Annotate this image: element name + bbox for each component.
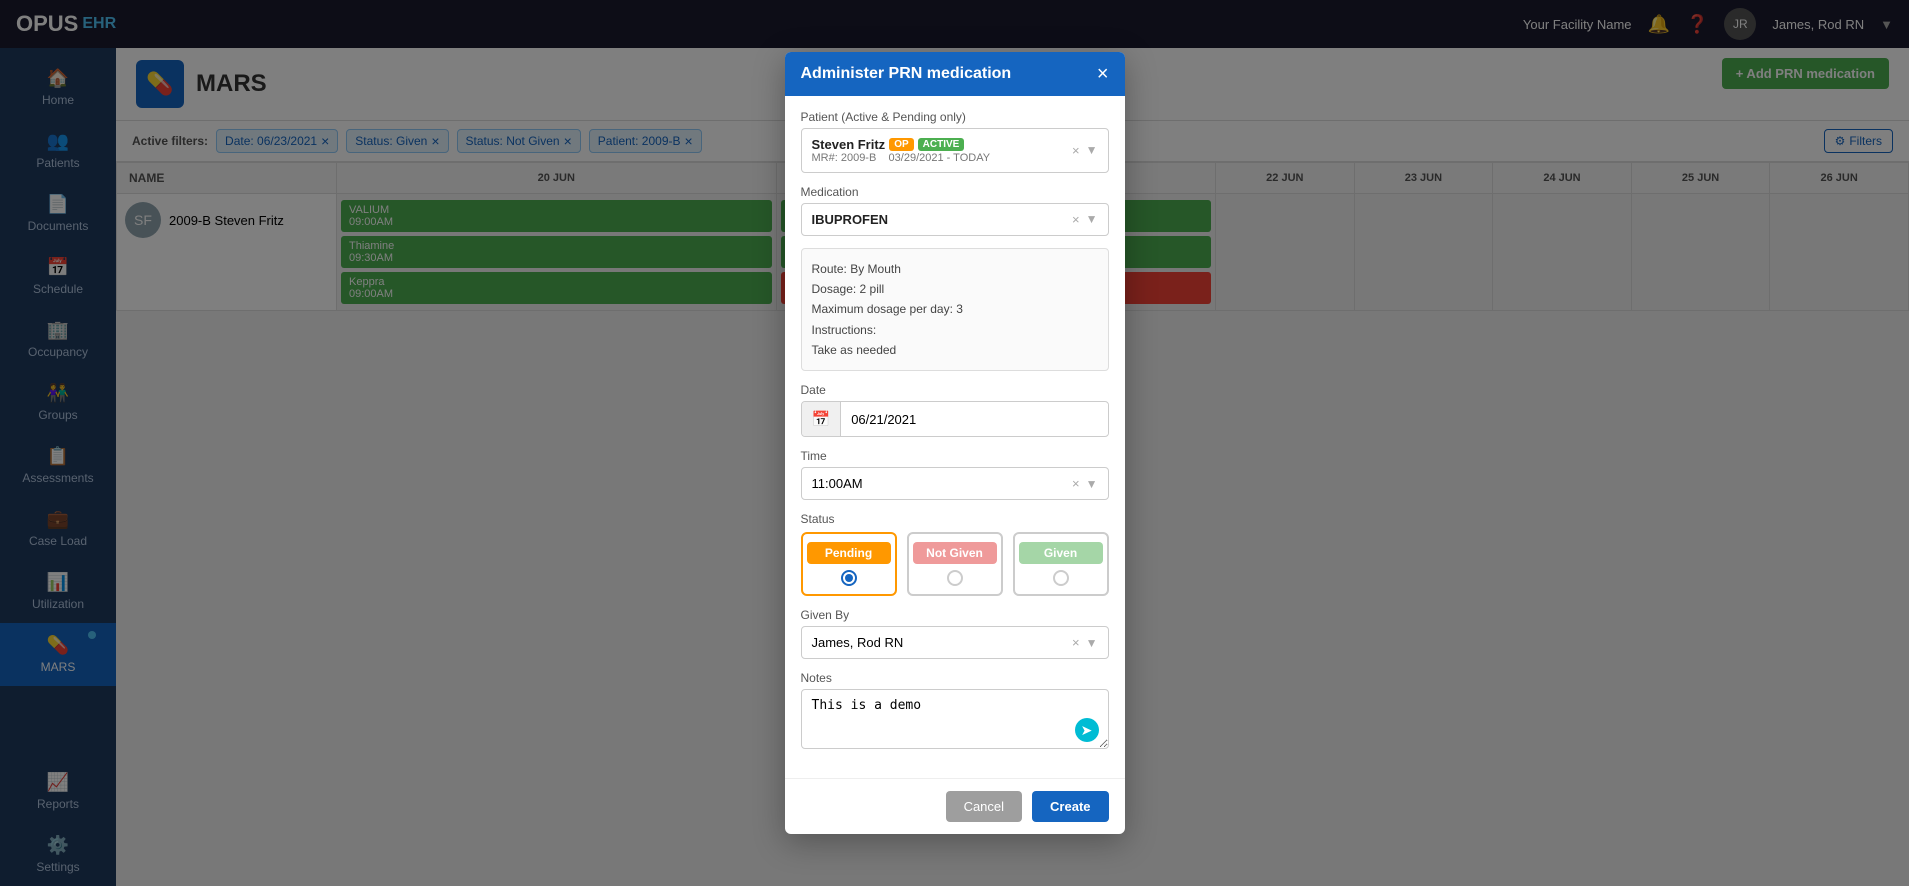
modal-header: Administer PRN medication × xyxy=(785,52,1125,96)
time-select-controls: × ▼ xyxy=(1072,476,1097,491)
patient-select-controls: × ▼ xyxy=(1072,143,1097,158)
status-label: Status xyxy=(801,512,1109,526)
date-form-group: Date 📅 xyxy=(801,383,1109,437)
modal-title: Administer PRN medication xyxy=(801,65,1012,83)
patient-form-group: Patient (Active & Pending only) Steven F… xyxy=(801,110,1109,173)
status-options: Pending Not Given Given xyxy=(801,532,1109,596)
time-select[interactable]: 11:00AM × ▼ xyxy=(801,467,1109,500)
status-radio-not-given[interactable] xyxy=(947,570,963,586)
date-label: Date xyxy=(801,383,1109,397)
med-details-box: Route: By Mouth Dosage: 2 pill Maximum d… xyxy=(801,248,1109,372)
medication-form-group: Medication IBUPROFEN × ▼ xyxy=(801,185,1109,236)
patient-meta: MR#: 2009-B 03/29/2021 - TODAY xyxy=(812,152,991,164)
status-option-given[interactable]: Given xyxy=(1013,532,1109,596)
time-value: 11:00AM xyxy=(812,476,863,491)
given-by-select[interactable]: James, Rod RN × ▼ xyxy=(801,626,1109,659)
status-badge-given: Given xyxy=(1019,542,1103,564)
cancel-button[interactable]: Cancel xyxy=(946,791,1022,822)
medication-name: IBUPROFEN xyxy=(812,212,889,227)
create-button[interactable]: Create xyxy=(1032,791,1108,822)
calendar-icon: 📅 xyxy=(802,402,842,436)
time-chevron-icon[interactable]: ▼ xyxy=(1086,477,1098,491)
patient-select[interactable]: Steven Fritz OP ACTIVE MR#: 2009-B 03/29… xyxy=(801,128,1109,173)
status-radio-pending[interactable] xyxy=(841,570,857,586)
given-by-label: Given By xyxy=(801,608,1109,622)
modal-overlay: Administer PRN medication × Patient (Act… xyxy=(0,0,1909,886)
patient-mr: MR#: 2009-B xyxy=(812,152,877,164)
med-details-group: Route: By Mouth Dosage: 2 pill Maximum d… xyxy=(801,248,1109,372)
given-by-controls: × ▼ xyxy=(1072,635,1097,650)
med-select-controls: × ▼ xyxy=(1072,212,1097,227)
status-badge-pending: Pending xyxy=(807,542,891,564)
med-clear-icon[interactable]: × xyxy=(1072,212,1080,227)
status-option-pending[interactable]: Pending xyxy=(801,532,897,596)
status-form-group: Status Pending Not Given Given xyxy=(801,512,1109,596)
given-by-form-group: Given By James, Rod RN × ▼ xyxy=(801,608,1109,659)
badge-active: ACTIVE xyxy=(918,138,965,151)
administer-prn-modal: Administer PRN medication × Patient (Act… xyxy=(785,52,1125,835)
given-by-value: James, Rod RN xyxy=(812,635,904,650)
notes-form-group: Notes This is a demo ➤ xyxy=(801,671,1109,752)
time-form-group: Time 11:00AM × ▼ xyxy=(801,449,1109,500)
date-input-row: 📅 xyxy=(801,401,1109,437)
med-dosage: Dosage: 2 pill xyxy=(812,279,1098,299)
med-route: Route: By Mouth xyxy=(812,259,1098,279)
patient-date-range: 03/29/2021 - TODAY xyxy=(889,152,991,164)
medication-label: Medication xyxy=(801,185,1109,199)
modal-body: Patient (Active & Pending only) Steven F… xyxy=(785,96,1125,779)
patient-clear-icon[interactable]: × xyxy=(1072,143,1080,158)
notes-submit-icon[interactable]: ➤ xyxy=(1075,718,1099,742)
patient-badges: Steven Fritz OP ACTIVE xyxy=(812,137,991,152)
notes-textarea[interactable]: This is a demo xyxy=(801,689,1109,749)
status-badge-not-given: Not Given xyxy=(913,542,997,564)
notes-label: Notes xyxy=(801,671,1109,685)
status-radio-given[interactable] xyxy=(1053,570,1069,586)
patient-chevron-icon[interactable]: ▼ xyxy=(1086,143,1098,157)
med-instructions-value: Take as needed xyxy=(812,340,1098,360)
given-by-clear-icon[interactable]: × xyxy=(1072,635,1080,650)
time-clear-icon[interactable]: × xyxy=(1072,476,1080,491)
modal-close-button[interactable]: × xyxy=(1097,64,1109,84)
med-chevron-icon[interactable]: ▼ xyxy=(1086,212,1098,226)
time-label: Time xyxy=(801,449,1109,463)
patient-select-info: Steven Fritz OP ACTIVE MR#: 2009-B 03/29… xyxy=(812,137,991,164)
med-instructions-label: Instructions: xyxy=(812,320,1098,340)
medication-select[interactable]: IBUPROFEN × ▼ xyxy=(801,203,1109,236)
patient-name-display: Steven Fritz xyxy=(812,137,886,152)
patient-label: Patient (Active & Pending only) xyxy=(801,110,1109,124)
given-by-chevron-icon[interactable]: ▼ xyxy=(1086,636,1098,650)
modal-footer: Cancel Create xyxy=(785,778,1125,834)
med-max-dosage: Maximum dosage per day: 3 xyxy=(812,299,1098,319)
badge-op: OP xyxy=(889,138,913,151)
status-option-not-given[interactable]: Not Given xyxy=(907,532,1003,596)
date-input[interactable] xyxy=(841,404,1107,435)
notes-wrapper: This is a demo ➤ xyxy=(801,689,1109,752)
